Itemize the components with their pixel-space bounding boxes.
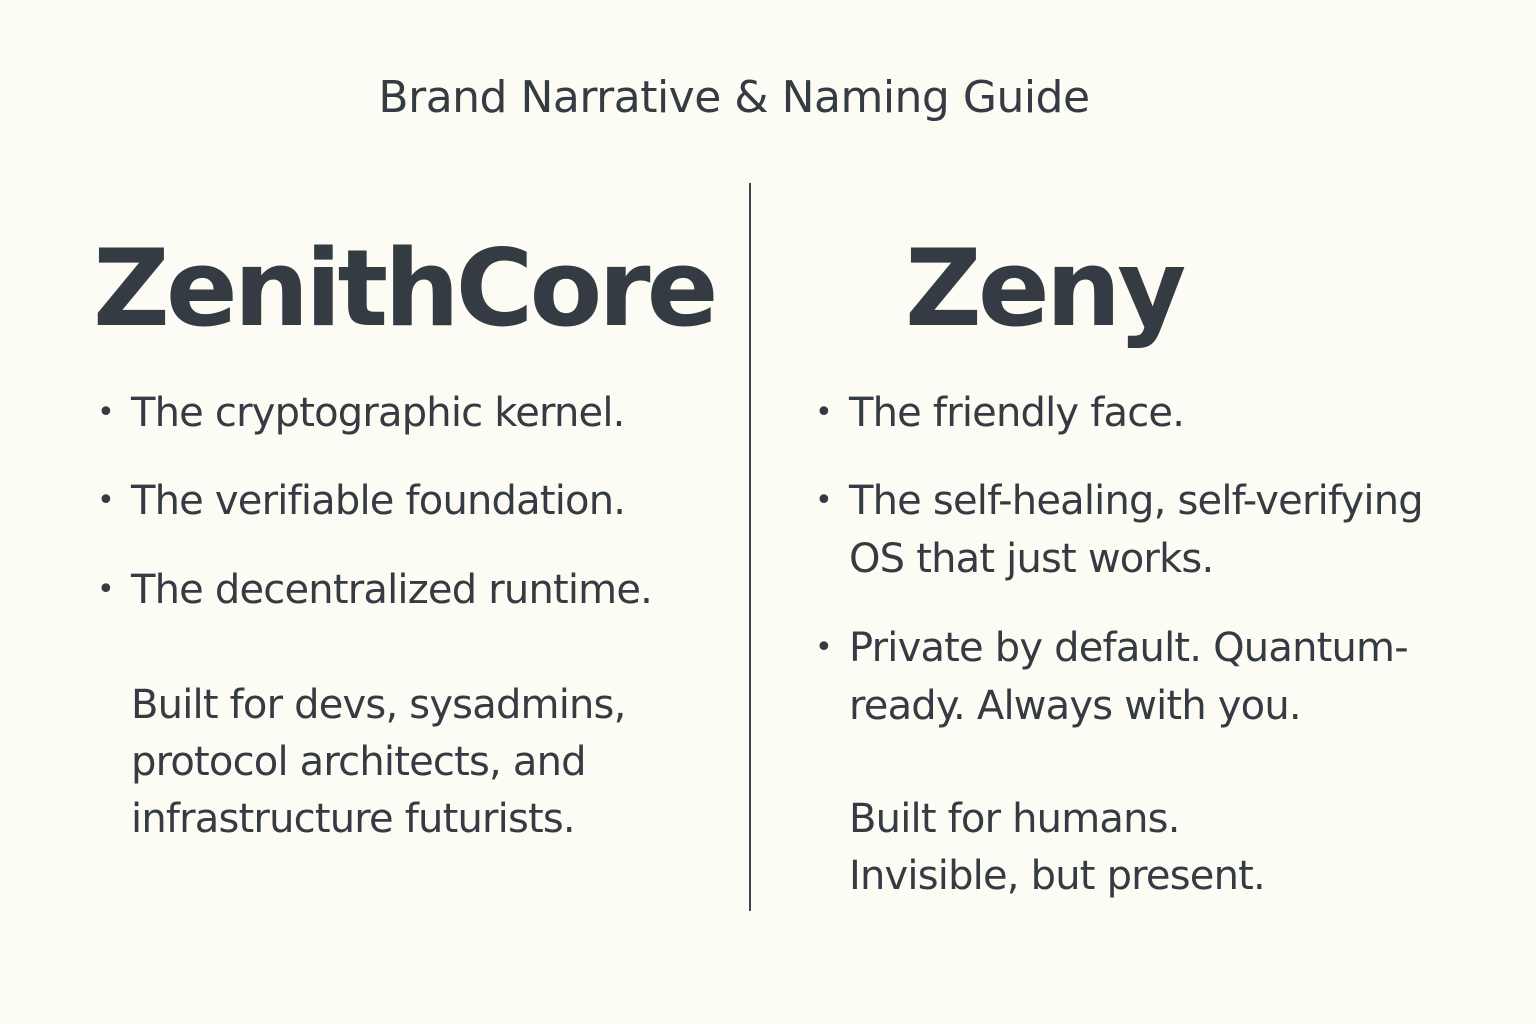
bullet-dot-icon: • xyxy=(97,395,115,430)
audience-line: Built for devs, sysadmins, xyxy=(131,682,626,728)
bullet-text: The verifiable foundation. xyxy=(131,478,626,524)
column-divider xyxy=(749,183,751,911)
audience-line: Built for humans. xyxy=(849,796,1180,842)
list-item: • The cryptographic kernel. xyxy=(97,384,625,442)
audience-line: Invisible, but present. xyxy=(849,853,1266,899)
audience-line: infrastructure futurists. xyxy=(131,796,576,842)
audience-line: protocol architects, and xyxy=(131,739,587,785)
list-item: • Private by default. Quantum- ready. Al… xyxy=(815,619,1409,735)
list-item: • The verifiable foundation. xyxy=(97,472,626,530)
brand-name-zeny: Zeny xyxy=(905,227,1186,350)
bullet-text-continued: OS that just works. xyxy=(849,536,1214,582)
bullet-dot-icon: • xyxy=(97,572,115,607)
bullet-text-continued: ready. Always with you. xyxy=(849,683,1302,729)
bullet-text: Private by default. Quantum- xyxy=(849,625,1409,671)
bullet-text: The friendly face. xyxy=(849,390,1185,436)
list-item: • The self-healing, self-verifying OS th… xyxy=(815,472,1424,588)
zeny-audience: Built for humans. Invisible, but present… xyxy=(849,791,1266,905)
list-item: • The decentralized runtime. xyxy=(97,561,653,619)
bullet-dot-icon: • xyxy=(97,483,115,518)
bullet-dot-icon: • xyxy=(815,395,833,430)
zenithcore-audience: Built for devs, sysadmins, protocol arch… xyxy=(131,677,626,848)
bullet-text: The decentralized runtime. xyxy=(131,567,653,613)
bullet-dot-icon: • xyxy=(815,630,833,665)
page-title: Brand Narrative & Naming Guide xyxy=(378,72,1090,123)
bullet-text: The cryptographic kernel. xyxy=(131,390,625,436)
brand-name-zenithcore: ZenithCore xyxy=(93,227,718,350)
bullet-text: The self-healing, self-verifying xyxy=(849,478,1424,524)
bullet-dot-icon: • xyxy=(815,483,833,518)
list-item: • The friendly face. xyxy=(815,384,1185,442)
